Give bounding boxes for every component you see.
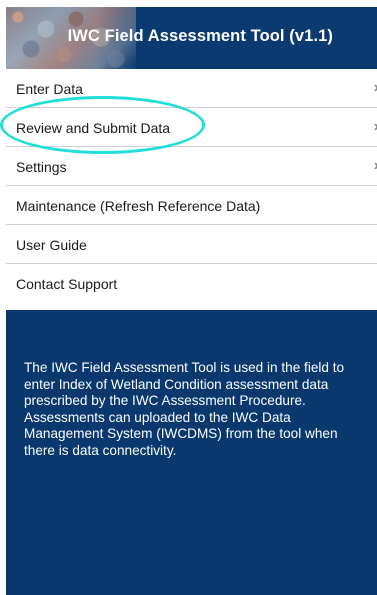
app-screen: IWC Field Assessment Tool (v1.1) Enter D… (0, 7, 377, 595)
menu-item-settings[interactable]: Settings › (6, 147, 377, 186)
menu-item-contact-support[interactable]: Contact Support (6, 264, 377, 303)
menu-item-label: Contact Support (16, 276, 118, 292)
app-description: The IWC Field Assessment Tool is used in… (24, 360, 345, 458)
menu-item-user-guide[interactable]: User Guide (6, 225, 377, 264)
app-title: IWC Field Assessment Tool (v1.1) (67, 27, 333, 45)
menu-item-maintenance[interactable]: Maintenance (Refresh Reference Data) (6, 186, 377, 225)
menu-item-label: User Guide (16, 237, 87, 253)
menu-item-review-submit[interactable]: Review and Submit Data › (6, 108, 377, 147)
menu-item-label: Maintenance (Refresh Reference Data) (16, 198, 261, 214)
menu-item-label: Enter Data (16, 81, 83, 97)
info-panel: The IWC Field Assessment Tool is used in… (6, 310, 377, 595)
main-menu: Enter Data › Review and Submit Data › Se… (6, 69, 377, 303)
menu-item-label: Settings (16, 159, 67, 175)
app-header: IWC Field Assessment Tool (v1.1) (6, 7, 377, 69)
menu-item-enter-data[interactable]: Enter Data › (6, 69, 377, 108)
menu-item-label: Review and Submit Data (16, 120, 171, 136)
